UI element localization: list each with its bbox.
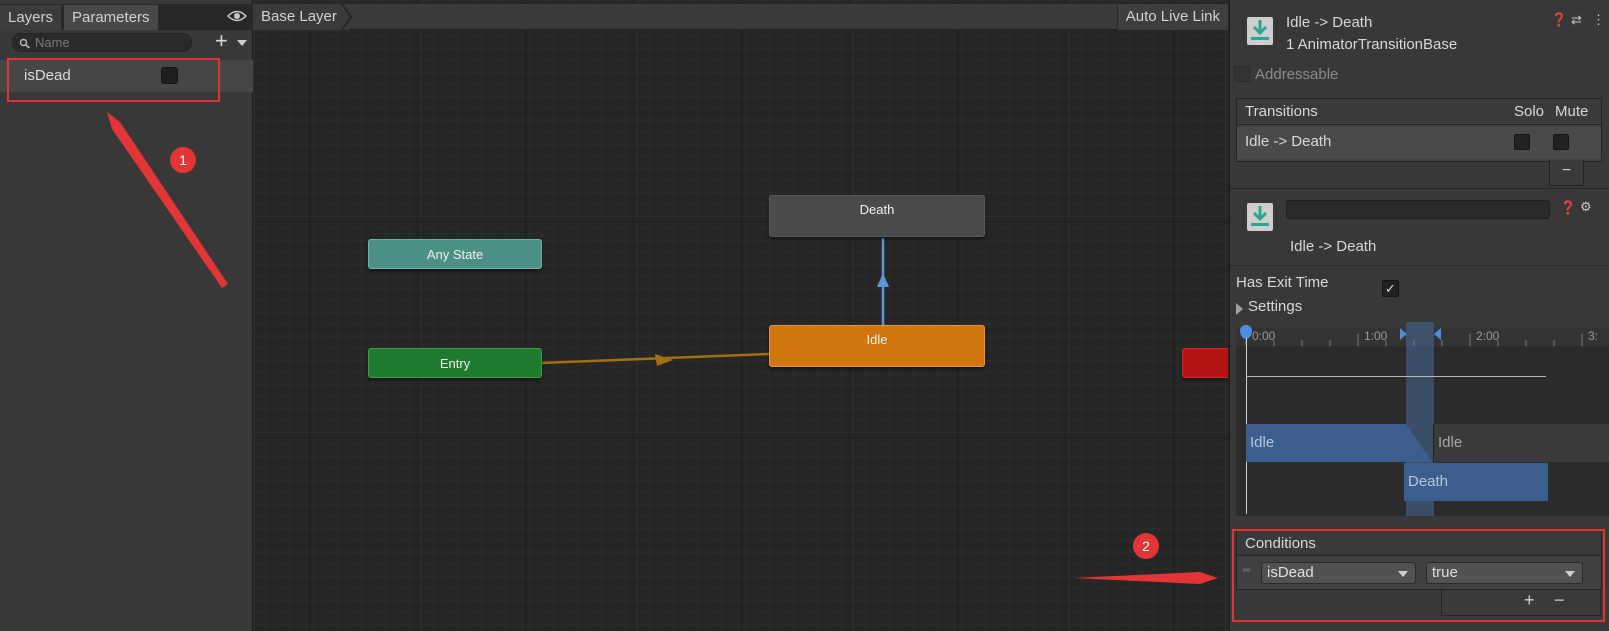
unity-animator-window: Layers Parameters Name + isDead Base Lay… bbox=[0, 0, 1609, 631]
annotation-arrow-1 bbox=[107, 112, 228, 288]
annotation-arrow-2 bbox=[1073, 572, 1218, 584]
annotation-badge-1: 1 bbox=[170, 147, 196, 173]
annotation-badge-2: 2 bbox=[1133, 533, 1159, 559]
annotation-arrows bbox=[107, 112, 1218, 584]
